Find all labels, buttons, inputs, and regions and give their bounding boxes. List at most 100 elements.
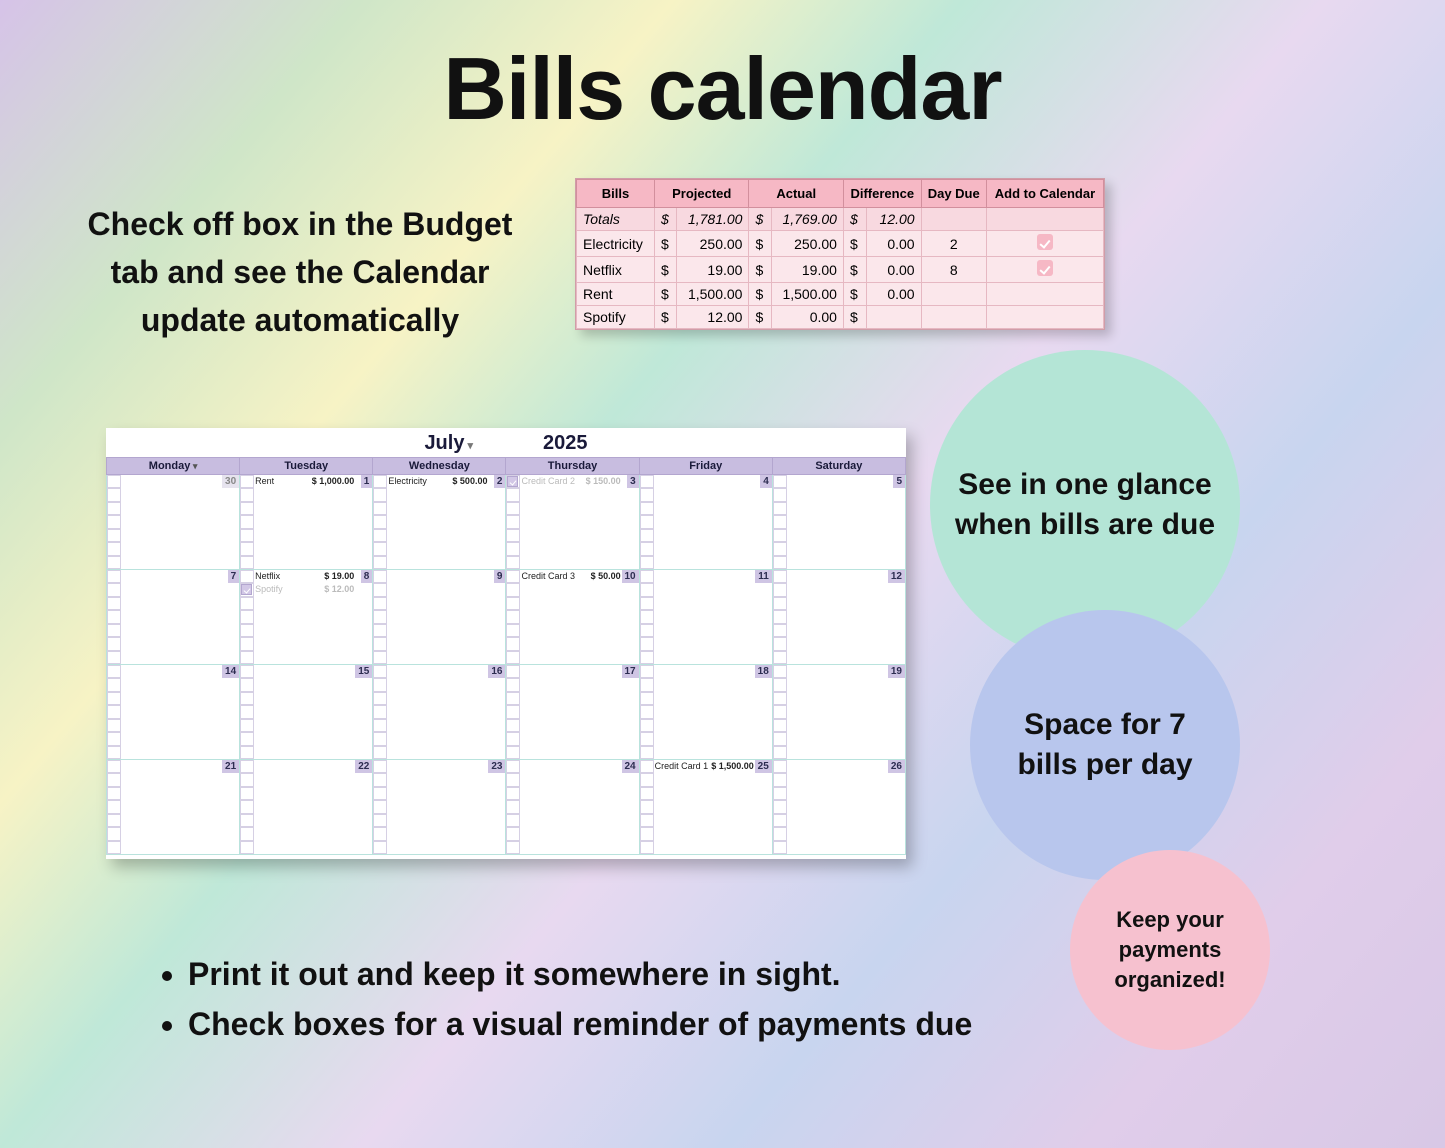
slot-checkbox[interactable]: [773, 637, 787, 650]
slot-checkbox[interactable]: [373, 705, 387, 718]
slot-checkbox[interactable]: [506, 515, 520, 528]
slot-checkbox[interactable]: [506, 841, 520, 854]
slot-checkbox[interactable]: [107, 515, 121, 528]
slot-checkbox[interactable]: [240, 746, 254, 759]
slot-checkbox[interactable]: [107, 705, 121, 718]
slot-checkbox[interactable]: [373, 488, 387, 501]
slot-checkbox[interactable]: [373, 610, 387, 623]
slot-checkbox[interactable]: [240, 841, 254, 854]
calendar-cell[interactable]: 16: [373, 665, 506, 760]
calendar-cell[interactable]: 10Credit Card 3$ 50.00: [506, 570, 639, 665]
slot-checkbox[interactable]: [240, 678, 254, 691]
calendar-cell[interactable]: 23: [373, 760, 506, 855]
slot-checkbox[interactable]: [640, 488, 654, 501]
slot-checkbox[interactable]: [107, 746, 121, 759]
slot-checkbox[interactable]: [773, 651, 787, 664]
calendar-cell[interactable]: 21: [107, 760, 240, 855]
slot-checkbox[interactable]: [107, 800, 121, 813]
slot-checkbox[interactable]: [640, 583, 654, 596]
slot-checkbox[interactable]: [773, 665, 787, 678]
calendar-cell[interactable]: 11: [639, 570, 772, 665]
slot-checkbox[interactable]: [506, 651, 520, 664]
slot-checkbox[interactable]: [240, 488, 254, 501]
slot-checkbox[interactable]: [773, 556, 787, 569]
slot-checkbox[interactable]: [240, 827, 254, 840]
slot-checkbox[interactable]: [640, 597, 654, 610]
slot-checkbox[interactable]: [373, 678, 387, 691]
calendar-cell[interactable]: 26: [772, 760, 905, 855]
slot-checkbox[interactable]: [640, 475, 654, 488]
slot-checkbox[interactable]: [640, 665, 654, 678]
slot-checkbox[interactable]: [773, 502, 787, 515]
slot-checkbox[interactable]: [107, 678, 121, 691]
slot-checkbox[interactable]: [773, 570, 787, 583]
slot-checkbox[interactable]: [773, 746, 787, 759]
slot-checkbox[interactable]: [240, 705, 254, 718]
calendar-cell[interactable]: 3Credit Card 2$ 150.00: [506, 475, 639, 570]
slot-checkbox[interactable]: [506, 732, 520, 745]
slot-checkbox[interactable]: [107, 624, 121, 637]
slot-checkbox[interactable]: [107, 542, 121, 555]
slot-checkbox[interactable]: [240, 651, 254, 664]
slot-checkbox[interactable]: [240, 556, 254, 569]
slot-checkbox[interactable]: [506, 692, 520, 705]
slot-checkbox[interactable]: [640, 529, 654, 542]
calendar-cell[interactable]: 9: [373, 570, 506, 665]
slot-checkbox[interactable]: [107, 502, 121, 515]
slot-checkbox[interactable]: [107, 570, 121, 583]
slot-checkbox[interactable]: [107, 841, 121, 854]
slot-checkbox[interactable]: [373, 773, 387, 786]
slot-checkbox[interactable]: [773, 678, 787, 691]
slot-checkbox[interactable]: [373, 570, 387, 583]
slot-checkbox[interactable]: [373, 746, 387, 759]
slot-checkbox[interactable]: [240, 719, 254, 732]
slot-checkbox[interactable]: [506, 800, 520, 813]
slot-checkbox[interactable]: [506, 529, 520, 542]
slot-checkbox[interactable]: [506, 502, 520, 515]
slot-checkbox[interactable]: [773, 719, 787, 732]
calendar-cell[interactable]: 12: [772, 570, 905, 665]
slot-checkbox[interactable]: [240, 800, 254, 813]
slot-checkbox[interactable]: [373, 760, 387, 773]
slot-checkbox[interactable]: [640, 814, 654, 827]
calendar-cell[interactable]: 19: [772, 665, 905, 760]
slot-checkbox[interactable]: [640, 678, 654, 691]
slot-checkbox[interactable]: [373, 719, 387, 732]
checkbox-icon[interactable]: [1037, 234, 1053, 250]
slot-checkbox[interactable]: [373, 542, 387, 555]
slot-checkbox[interactable]: [640, 787, 654, 800]
slot-checkbox[interactable]: [506, 610, 520, 623]
slot-checkbox[interactable]: [640, 515, 654, 528]
slot-checkbox[interactable]: [773, 787, 787, 800]
slot-checkbox[interactable]: [640, 624, 654, 637]
slot-checkbox[interactable]: [107, 732, 121, 745]
slot-checkbox[interactable]: [640, 841, 654, 854]
slot-checkbox[interactable]: [107, 719, 121, 732]
calendar-cell[interactable]: 4: [639, 475, 772, 570]
slot-checkbox[interactable]: [107, 637, 121, 650]
slot-checkbox[interactable]: [640, 502, 654, 515]
slot-checkbox[interactable]: [640, 637, 654, 650]
slot-checkbox[interactable]: [506, 827, 520, 840]
slot-checkbox[interactable]: [640, 827, 654, 840]
slot-checkbox[interactable]: [373, 624, 387, 637]
slot-checkbox[interactable]: [506, 556, 520, 569]
slot-checkbox[interactable]: [373, 841, 387, 854]
calendar-cell[interactable]: 2Electricity$ 500.00: [373, 475, 506, 570]
slot-checkbox[interactable]: [240, 665, 254, 678]
slot-checkbox[interactable]: [240, 814, 254, 827]
calendar-cell[interactable]: 22: [240, 760, 373, 855]
calendar-cell[interactable]: 30: [107, 475, 240, 570]
slot-checkbox[interactable]: [373, 529, 387, 542]
slot-checkbox[interactable]: [506, 705, 520, 718]
calendar-cell[interactable]: 17: [506, 665, 639, 760]
slot-checkbox[interactable]: [373, 556, 387, 569]
slot-checkbox[interactable]: [107, 651, 121, 664]
slot-checkbox[interactable]: [640, 556, 654, 569]
slot-checkbox[interactable]: [107, 475, 121, 488]
slot-checkbox[interactable]: [373, 515, 387, 528]
slot-checkbox[interactable]: [107, 488, 121, 501]
slot-checkbox[interactable]: [107, 787, 121, 800]
slot-checkbox[interactable]: [640, 570, 654, 583]
slot-checkbox[interactable]: [240, 597, 254, 610]
